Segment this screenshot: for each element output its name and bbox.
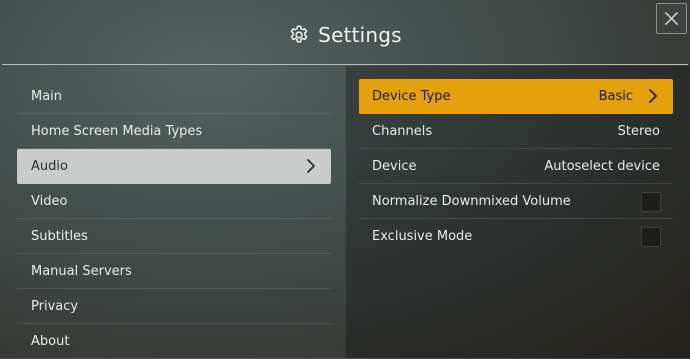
page-title: Settings	[318, 23, 402, 47]
setting-value: Stereo	[617, 124, 660, 139]
setting-normalize-downmixed-volume[interactable]: Normalize Downmixed Volume	[359, 184, 673, 219]
sidebar-item-label: About	[31, 334, 70, 349]
audio-settings-panel: Device Type Basic Channels Stereo Device…	[346, 66, 690, 358]
sidebar-item-audio[interactable]: Audio	[17, 149, 331, 184]
setting-exclusive-mode[interactable]: Exclusive Mode	[359, 219, 673, 254]
normalize-downmixed-volume-checkbox[interactable]	[641, 192, 661, 212]
exclusive-mode-checkbox[interactable]	[641, 227, 661, 247]
sidebar-item-label: Privacy	[31, 298, 79, 314]
sidebar-item-label: Main	[31, 88, 63, 104]
setting-label: Normalize Downmixed Volume	[372, 193, 571, 209]
close-icon	[665, 12, 678, 25]
sidebar-item-label: Audio	[31, 159, 68, 174]
sidebar-item-manual-servers[interactable]: Manual Servers	[17, 254, 331, 289]
gear-icon	[290, 25, 308, 43]
sidebar-item-about[interactable]: About	[17, 324, 331, 359]
sidebar-item-home-screen-media-types[interactable]: Home Screen Media Types	[17, 114, 331, 149]
header-divider	[2, 64, 688, 65]
sidebar-item-video[interactable]: Video	[17, 184, 331, 219]
chevron-right-icon	[307, 159, 315, 173]
setting-channels[interactable]: Channels Stereo	[359, 114, 673, 149]
setting-label: Channels	[372, 123, 433, 139]
setting-value: Basic	[598, 89, 633, 104]
setting-value: Autoselect device	[544, 159, 660, 174]
sidebar-item-label: Video	[31, 193, 68, 209]
setting-device-type[interactable]: Device Type Basic	[359, 79, 673, 114]
sidebar-item-label: Manual Servers	[31, 263, 132, 279]
sidebar-item-privacy[interactable]: Privacy	[17, 289, 331, 324]
close-button[interactable]	[656, 3, 687, 34]
sidebar-item-label: Home Screen Media Types	[31, 123, 203, 139]
setting-label: Device Type	[372, 89, 451, 104]
setting-device[interactable]: Device Autoselect device	[359, 149, 673, 184]
sidebar-item-main[interactable]: Main	[17, 79, 331, 114]
sidebar-item-subtitles[interactable]: Subtitles	[17, 219, 331, 254]
audio-settings-list: Device Type Basic Channels Stereo Device…	[359, 79, 673, 254]
settings-header: Settings	[0, 0, 690, 66]
sidebar-item-label: Subtitles	[31, 228, 88, 244]
settings-category-list: Main Home Screen Media Types Audio Video…	[17, 79, 331, 359]
setting-label: Device	[372, 158, 417, 174]
setting-label: Exclusive Mode	[372, 229, 473, 244]
title-group: Settings	[0, 20, 690, 50]
chevron-right-icon	[649, 89, 657, 103]
